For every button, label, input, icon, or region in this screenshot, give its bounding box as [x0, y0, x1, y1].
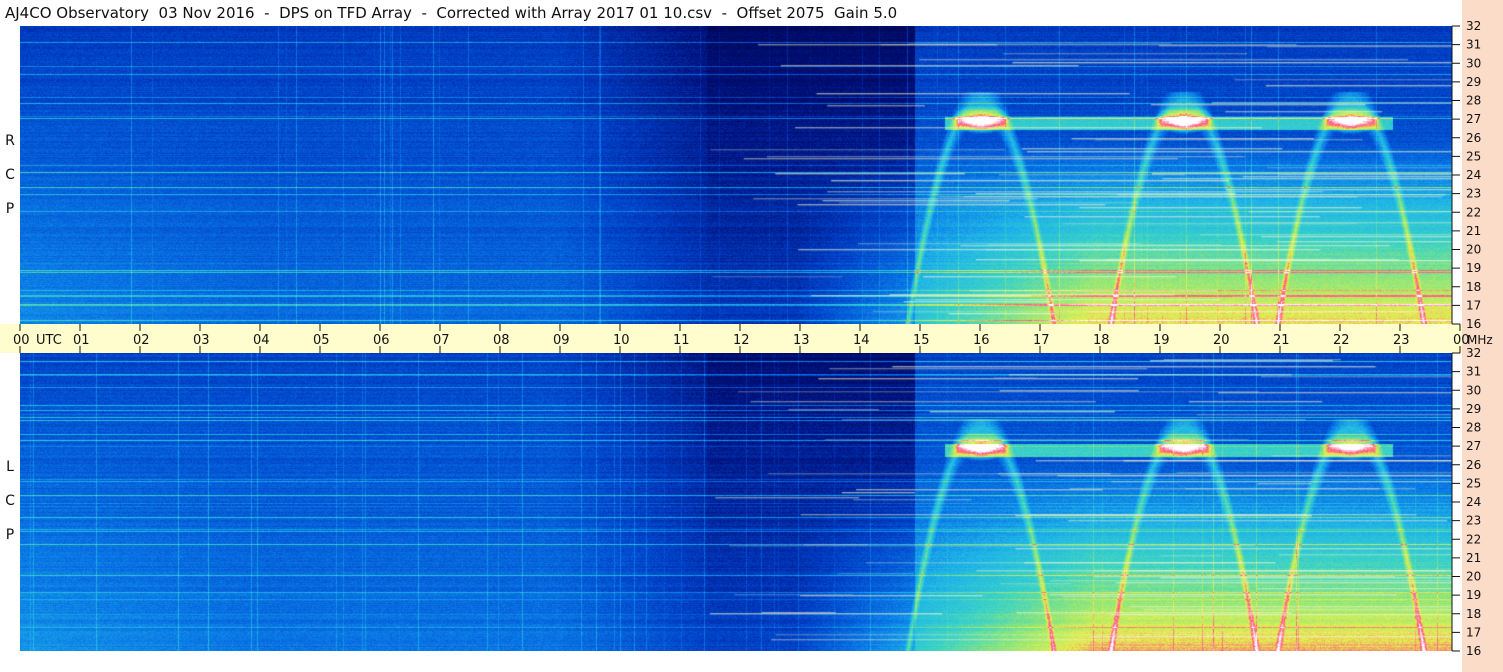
chart-title: AJ4CO Observatory 03 Nov 2016 - DPS on T…	[5, 4, 898, 22]
lcp-label-c: C	[5, 493, 15, 509]
rcp-spectrogram	[20, 26, 1452, 324]
lcp-spectrogram-canvas	[20, 353, 1452, 651]
lcp-spectrogram	[20, 353, 1452, 651]
rcp-label-c: C	[5, 167, 15, 183]
time-axis	[0, 324, 1462, 353]
rcp-label-r: R	[5, 133, 15, 149]
frequency-axis-strip	[1462, 0, 1503, 672]
rcp-label-p: P	[5, 201, 15, 217]
rcp-spectrogram-canvas	[20, 26, 1452, 324]
lcp-label-l: L	[6, 459, 14, 475]
lcp-label-p: P	[5, 527, 15, 543]
